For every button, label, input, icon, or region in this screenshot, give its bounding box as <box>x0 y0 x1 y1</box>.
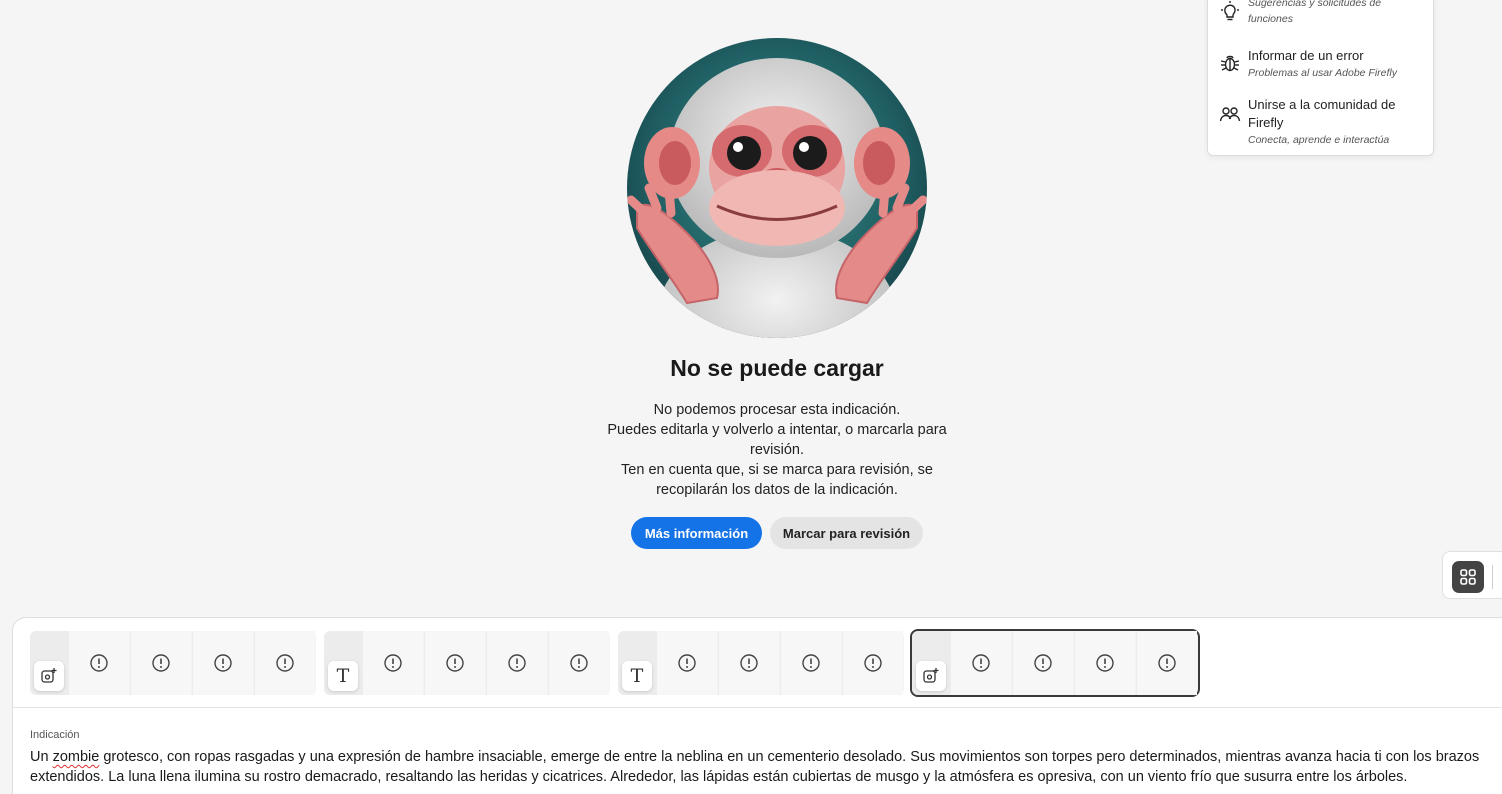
image-generate-icon <box>916 661 946 691</box>
failed-thumbnail[interactable] <box>192 631 253 695</box>
community-icon <box>1219 104 1241 126</box>
divider <box>13 707 1502 708</box>
divider <box>1492 565 1493 589</box>
grid-icon <box>1460 569 1476 585</box>
generation-group-selected[interactable] <box>910 629 1200 697</box>
alert-icon <box>1158 654 1176 672</box>
alert-icon <box>864 654 882 672</box>
alert-icon <box>508 654 526 672</box>
menu-item-subtitle: Sugerencias y solicitudes de funciones <box>1248 0 1382 25</box>
lightbulb-icon <box>1219 1 1241 23</box>
bug-icon <box>1219 52 1241 74</box>
gallery-toggle <box>1442 551 1502 599</box>
alert-icon <box>1034 654 1052 672</box>
alert-icon <box>276 654 294 672</box>
error-line: Ten en cuenta que, si se marca para revi… <box>621 462 933 498</box>
failed-thumbnail[interactable] <box>718 631 779 695</box>
failed-thumbnail[interactable] <box>842 631 903 695</box>
generation-group[interactable] <box>30 631 316 695</box>
alert-icon <box>384 654 402 672</box>
error-title: No se puede cargar <box>670 355 884 381</box>
text-icon: T <box>328 661 358 691</box>
menu-item-title: Informar de un error <box>1248 48 1364 63</box>
misspelled-word: zombie <box>52 749 100 765</box>
failed-thumbnail[interactable] <box>362 631 423 695</box>
alert-icon <box>570 654 588 672</box>
grid-view-button[interactable] <box>1452 561 1484 593</box>
failed-thumbnail[interactable] <box>130 631 191 695</box>
failed-thumbnail[interactable] <box>950 631 1011 695</box>
failed-thumbnail[interactable] <box>486 631 547 695</box>
alert-icon <box>446 654 464 672</box>
alert-icon <box>740 654 758 672</box>
failed-thumbnail[interactable] <box>548 631 609 695</box>
alert-icon <box>214 654 232 672</box>
help-menu: Sugerencias y solicitudes de funciones I… <box>1207 0 1434 156</box>
prompt-input[interactable]: Un zombie grotesco, con ropas rasgadas y… <box>30 747 1490 787</box>
error-line: No podemos procesar esta indicación. <box>653 402 901 418</box>
alert-icon <box>90 654 108 672</box>
prompt-text-rest: grotesco, con ropas rasgadas y una expre… <box>30 749 1480 785</box>
alert-icon <box>972 654 990 672</box>
menu-item-title: Unirse a la comunidad de Firefly <box>1248 97 1396 130</box>
error-line: Puedes editarla y volverlo a intentar, o… <box>607 422 947 458</box>
alert-icon <box>152 654 170 672</box>
failed-thumbnail[interactable] <box>1136 631 1197 695</box>
failed-thumbnail[interactable] <box>656 631 717 695</box>
image-generate-icon <box>34 661 64 691</box>
failed-thumbnail[interactable] <box>254 631 315 695</box>
menu-item-subtitle: Conecta, aprende e interactúa <box>1248 134 1390 146</box>
alert-icon <box>678 654 696 672</box>
prompt-label: Indicación <box>30 729 80 741</box>
menu-item-subtitle: Problemas al usar Adobe Firefly <box>1248 67 1398 79</box>
generation-group[interactable]: T <box>618 631 904 695</box>
failed-thumbnail[interactable] <box>424 631 485 695</box>
text-icon: T <box>622 661 652 691</box>
generation-panel: T T Indicación Un zombie grotesco, con r… <box>12 617 1502 794</box>
learn-more-button[interactable]: Más información <box>631 517 762 549</box>
failed-thumbnail[interactable] <box>780 631 841 695</box>
failed-thumbnail[interactable] <box>1074 631 1135 695</box>
generation-group[interactable]: T <box>324 631 610 695</box>
alert-icon <box>1096 654 1114 672</box>
error-message: No podemos procesar esta indicación. Pue… <box>597 400 957 500</box>
alert-icon <box>802 654 820 672</box>
error-illustration <box>627 38 927 338</box>
prompt-text-start: Un <box>30 749 53 765</box>
flag-for-review-button[interactable]: Marcar para revisión <box>770 517 923 549</box>
failed-thumbnail[interactable] <box>1012 631 1073 695</box>
failed-thumbnail[interactable] <box>68 631 129 695</box>
